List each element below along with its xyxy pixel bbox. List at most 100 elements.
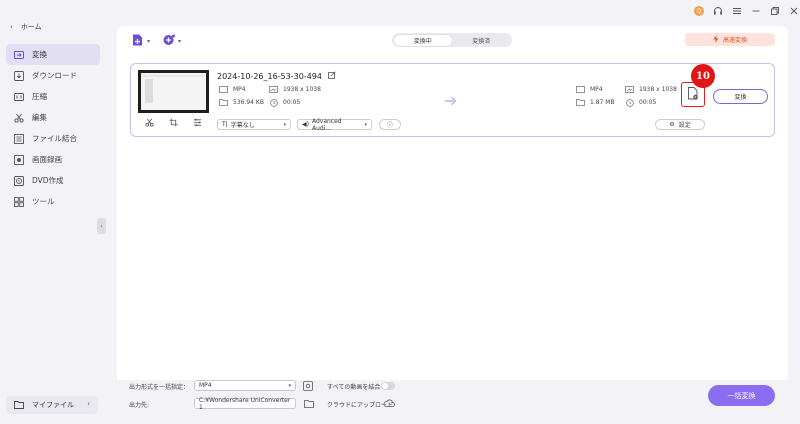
tab-converting[interactable]: 変換中 [393,34,452,46]
scissors-icon [14,113,24,123]
compress-icon [14,92,24,102]
info-button[interactable]: ⓘ [379,119,401,130]
scissors-icon[interactable] [145,118,154,129]
file-card: 2024-10-26_16-53-30-494 MP4 1938 x 1038 … [130,63,775,137]
toolbar: ▾ ▾ [131,33,181,49]
add-file-button[interactable]: ▾ [131,33,150,49]
output-format-label: 出力形式を一括指定： [129,384,190,391]
settings-icon: ⚙ [669,121,675,128]
merge-all-toggle[interactable] [381,382,395,390]
convert-icon [14,50,24,60]
high-speed-conversion-button[interactable]: 高速変換 [685,33,775,46]
screen-record-icon [14,154,24,165]
format-settings-icon[interactable] [303,381,313,393]
sidebar-item-screen-record[interactable]: 画面録画 [6,149,100,170]
subtitle-select[interactable]: T| 字幕なし ▾ [217,119,291,130]
output-path-select[interactable]: C:¥Wondershare UniConverter 1 [194,397,296,411]
sidebar-nav: 変換 ダウンロード 圧縮 編集 ファイル結合 画面録画 DVD作成 ツール [0,44,100,212]
resolution-icon [269,86,278,93]
file-name-text: 2024-10-26_16-53-30-494 [217,71,322,81]
sidebar-item-compress[interactable]: 圧縮 [6,86,100,107]
file-settings-icon [687,87,699,102]
output-path-label: 出力先: [129,402,150,409]
output-format-select[interactable]: MP4 ▾ [194,380,296,391]
effects-icon[interactable] [193,118,202,129]
sidebar-item-tools[interactable]: ツール [6,191,100,212]
folder-icon [14,400,24,411]
chevron-down-icon: ▾ [283,121,286,128]
source-resolution: 1938 x 1038 [269,86,321,93]
sidebar-item-edit[interactable]: 編集 [6,107,100,128]
source-format: MP4 [219,86,246,93]
headset-icon[interactable] [713,6,723,16]
source-size: 536.94 KB [219,99,264,106]
close-icon[interactable] [789,6,799,16]
main-panel: ▾ ▾ 変換中 変換済 高速変換 2024-10-26_16-53-30-494… [117,26,788,416]
tab-converted[interactable]: 変換済 [452,35,511,46]
sidebar-item-convert[interactable]: 変換 [6,44,100,65]
sidebar-item-dvd[interactable]: DVD作成 [6,170,100,191]
lightning-icon [713,34,719,45]
my-files-label: マイファイル [32,401,74,409]
video-file-icon [219,86,228,93]
subtitle-icon: T| [222,121,228,128]
bottom-bar: 出力形式を一括指定： MP4 ▾ すべての動画を結合 出力先: C:¥Wonde… [117,380,788,424]
chevron-right-icon: › [87,400,90,408]
file-name: 2024-10-26_16-53-30-494 [217,71,336,81]
settings-button[interactable]: ⚙ 設定 [655,119,705,130]
step-number-badge: 10 [691,64,715,88]
source-duration: 00:05 [269,98,300,107]
output-duration: 00:05 [625,98,656,107]
output-size: 1.87 MB [576,99,615,106]
clock-icon [269,98,278,107]
cloud-icon[interactable] [383,398,395,410]
audio-select[interactable]: ◀) Advanced Audi... ▾ [297,118,372,132]
chevron-down-icon: ▾ [288,382,291,389]
resolution-icon [625,86,634,93]
sidebar-item-label: DVD作成 [32,176,64,185]
chevron-down-icon: ▾ [147,37,151,45]
window-controls: Q [694,4,799,18]
video-file-icon [576,86,585,93]
convert-button[interactable]: 変換 [713,89,768,104]
arrow-right-icon: ➔ [444,91,458,110]
status-tabs: 変換中 変換済 [392,33,512,47]
high-speed-label: 高速変換 [722,37,747,44]
info-icon: ⓘ [386,122,393,129]
avatar[interactable]: Q [694,6,704,16]
merge-icon [14,133,24,144]
chevron-down-icon: ▾ [364,121,367,128]
chevron-left-icon: ‹ [10,23,13,31]
audio-icon: ◀) [302,121,309,128]
clock-icon [625,98,634,107]
sidebar-item-label: 圧縮 [32,92,47,101]
sidebar-item-download[interactable]: ダウンロード [6,65,100,86]
restore-icon[interactable] [770,6,780,16]
minimize-icon[interactable] [751,6,761,16]
crop-icon[interactable] [169,118,178,129]
sidebar-item-label: ツール [32,197,55,206]
sidebar-item-label: ダウンロード [32,71,77,80]
menu-icon[interactable] [732,6,742,16]
chevron-left-icon: ‹ [100,222,103,230]
sidebar-item-label: 画面録画 [32,155,62,164]
home-label: ホーム [20,23,42,31]
video-thumbnail[interactable] [138,70,209,113]
add-from-device-button[interactable]: ▾ [162,33,181,49]
thumbnail-tools [138,118,209,129]
batch-convert-button[interactable]: 一括変換 [708,385,775,406]
collapse-sidebar-button[interactable]: ‹ [97,218,106,234]
sidebar-item-label: ファイル結合 [32,134,77,143]
sidebar-item-label: 編集 [32,113,47,122]
sidebar-item-label: 変換 [32,50,47,59]
add-media-icon [162,33,176,49]
my-files-button[interactable]: マイファイル › [6,396,98,414]
toolbox-icon [14,196,24,207]
home-button[interactable]: ‹ ホーム [10,20,42,34]
open-folder-icon[interactable] [304,399,314,410]
output-resolution: 1938 x 1038 [625,86,677,93]
add-file-icon [131,33,145,49]
merge-all-label: すべての動画を結合 [327,384,381,391]
sidebar-item-merge[interactable]: ファイル結合 [6,128,100,149]
rename-icon[interactable] [328,71,336,81]
